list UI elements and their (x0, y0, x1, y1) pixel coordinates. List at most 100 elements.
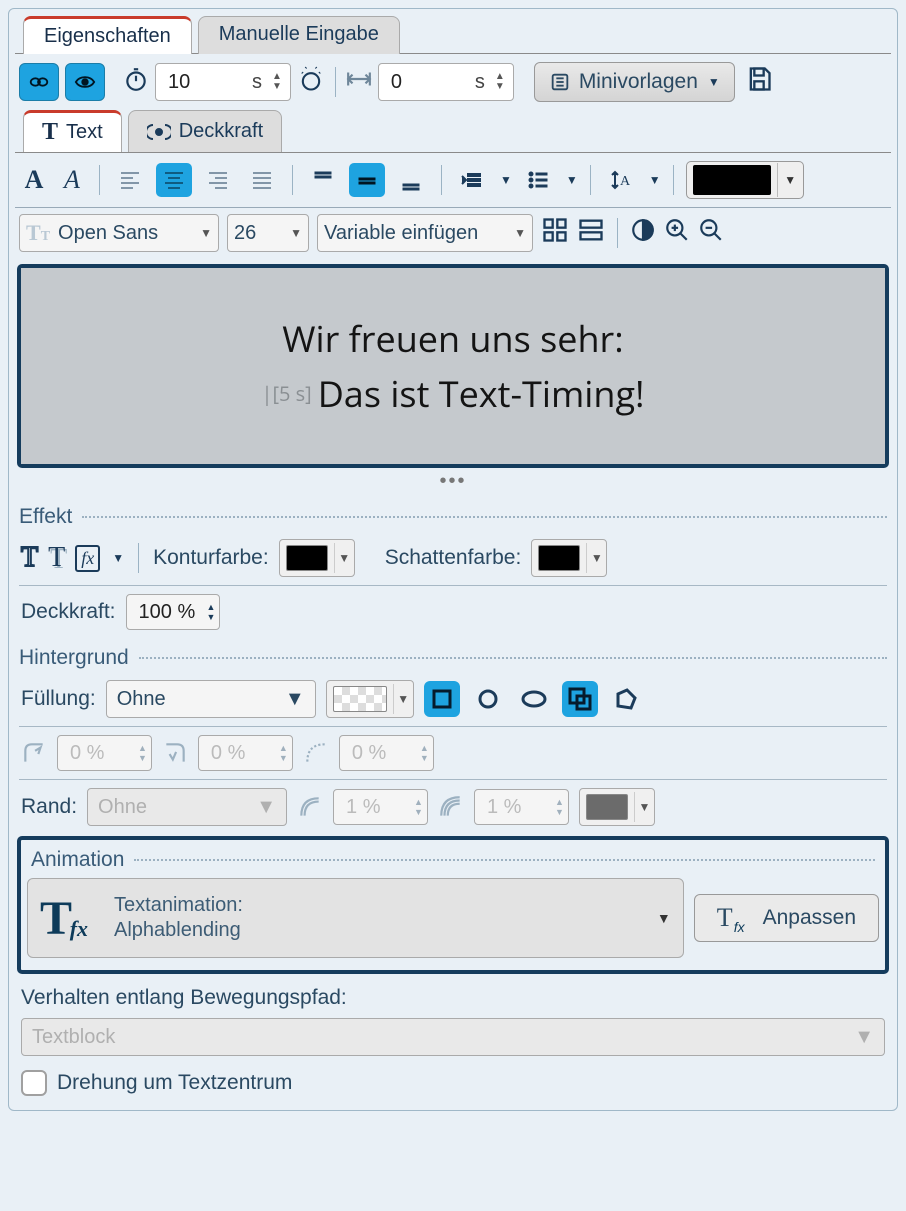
top-toolbar: s ▲▼ s ▲▼ Minivorlagen ▼ (15, 54, 891, 108)
duration-input[interactable] (166, 70, 246, 95)
border1-spinner[interactable]: ▲▼ (333, 789, 428, 825)
subtab-opacity[interactable]: Deckkraft (128, 110, 282, 152)
insert-variable-label: Variable einfügen (324, 222, 478, 245)
link-icon-button[interactable] (19, 63, 59, 101)
format-row-1: A A ▼ ▼ A ▼ ▼ (15, 153, 891, 208)
insert-variable-combo[interactable]: Variable einfügen ▼ (317, 214, 533, 252)
zoom-out-icon-button[interactable] (698, 217, 724, 249)
svg-text:A: A (620, 174, 631, 189)
fill-color-combo[interactable]: ▼ (326, 680, 414, 718)
chevron-down-icon: ▼ (657, 910, 671, 926)
align-right-button[interactable] (200, 163, 236, 197)
font-color-swatch (693, 165, 771, 195)
fx-icon[interactable]: fx (75, 545, 100, 572)
contour-color-combo[interactable]: ▼ (279, 539, 355, 577)
corner-tl-spinner[interactable]: ▲▼ (57, 735, 152, 771)
opacity-spinner[interactable]: ▲▼ (126, 594, 221, 630)
corner-tl-icon (21, 740, 47, 766)
stack-icon-button[interactable] (577, 216, 605, 250)
main-tabs: Eigenschaften Manuelle Eingabe (15, 15, 891, 54)
line-height-dropdown[interactable]: ▼ (647, 173, 661, 187)
font-color-dropdown[interactable]: ▼ (777, 163, 803, 197)
zoom-in-icon-button[interactable] (664, 217, 690, 249)
font-size-combo[interactable]: 26 ▼ (227, 214, 309, 252)
animation-frame: Animation T fx Textanimation: Alphablend… (17, 836, 889, 974)
eye-icon-button[interactable] (65, 63, 105, 101)
corner-all-spinner[interactable]: ▲▼ (339, 735, 434, 771)
properties-panel: Eigenschaften Manuelle Eingabe s ▲▼ s (8, 8, 898, 1111)
behavior-row: Verhalten entlang Bewegungspfad: (15, 980, 891, 1014)
list-button[interactable] (520, 163, 556, 197)
rand-select[interactable]: Ohne▼ (87, 788, 287, 826)
line-height-button[interactable]: A (603, 163, 639, 197)
align-justify-button[interactable] (244, 163, 280, 197)
opacity-label: Deckkraft: (21, 600, 116, 624)
duration2-spinner[interactable]: s ▲▼ (378, 63, 514, 101)
opacity-input[interactable] (137, 600, 207, 625)
tab-manual-input[interactable]: Manuelle Eingabe (198, 16, 400, 54)
shape-square-button[interactable] (424, 681, 460, 717)
duration-down[interactable]: ▼ (268, 82, 286, 92)
fx-dropdown[interactable]: ▼ (110, 551, 124, 565)
valign-bottom-button[interactable] (393, 163, 429, 197)
shadow-text-icon[interactable]: T (48, 542, 65, 574)
border-icon-2 (438, 794, 464, 820)
shape-poly-button[interactable] (608, 681, 644, 717)
tab-properties[interactable]: Eigenschaften (23, 16, 192, 54)
rotate-checkbox[interactable] (21, 1070, 47, 1096)
duration2-input[interactable] (389, 70, 469, 95)
resize-handle[interactable]: ••• (15, 470, 891, 493)
border-color-combo[interactable]: ▼ (579, 788, 655, 826)
loop-duration-icon[interactable] (297, 65, 325, 99)
behavior-select[interactable]: Textblock▼ (21, 1018, 885, 1056)
fill-select[interactable]: Ohne▼ (106, 680, 316, 718)
text-preview-canvas[interactable]: Wir freuen uns sehr: |[5 s] Das ist Text… (21, 268, 885, 464)
chevron-down-icon: ▼ (706, 75, 720, 89)
save-icon-button[interactable] (741, 65, 777, 99)
indent-dropdown[interactable]: ▼ (498, 173, 512, 187)
font-color-combo[interactable]: ▼ (686, 161, 804, 199)
corner-all-icon (303, 740, 329, 766)
shape-overlap-button[interactable] (562, 681, 598, 717)
font-size-label: 26 (234, 222, 256, 245)
shape-circle-button[interactable] (470, 681, 506, 717)
animation-label-2: Alphablending (114, 919, 243, 942)
preview-timing-marker: |[5 s] (261, 380, 311, 407)
preview-line-1: Wir freuen uns sehr: (282, 314, 623, 363)
outline-text-icon[interactable]: T (21, 542, 38, 574)
subtab-text[interactable]: T Text (23, 110, 122, 152)
align-left-button[interactable] (112, 163, 148, 197)
separator (335, 67, 336, 97)
valign-middle-button[interactable] (349, 163, 385, 197)
font-family-combo[interactable]: TT Open Sans ▼ (19, 214, 219, 252)
duration2-down[interactable]: ▼ (491, 82, 509, 92)
list-dropdown[interactable]: ▼ (564, 173, 578, 187)
contrast-icon-button[interactable] (630, 217, 656, 249)
bg-row-fill: Füllung: Ohne▼ ▼ (15, 676, 891, 722)
corner-tr-spinner[interactable]: ▲▼ (198, 735, 293, 771)
italic-button[interactable]: A (57, 165, 87, 195)
font-family-label: Open Sans (58, 222, 158, 245)
width-icon (346, 68, 372, 96)
adjust-tfx-icon: T fx (717, 903, 733, 933)
mini-templates-button[interactable]: Minivorlagen ▼ (534, 62, 735, 102)
border2-spinner[interactable]: ▲▼ (474, 789, 569, 825)
duration-spinner[interactable]: s ▲▼ (155, 63, 291, 101)
animation-select[interactable]: T fx Textanimation: Alphablending ▼ (27, 878, 684, 958)
text-preview-frame: Wir freuen uns sehr: |[5 s] Das ist Text… (17, 264, 889, 468)
animation-tfx-icon: T fx (40, 891, 72, 946)
grid-icon-button[interactable] (541, 216, 569, 250)
valign-top-button[interactable] (305, 163, 341, 197)
mini-templates-label: Minivorlagen (579, 70, 698, 94)
contour-label: Konturfarbe: (153, 546, 269, 570)
preview-line-2-text: Das ist Text-Timing! (318, 369, 645, 418)
bold-button[interactable]: A (19, 165, 49, 195)
align-center-button[interactable] (156, 163, 192, 197)
section-hintergrund: Hintergrund (19, 646, 887, 670)
indent-button[interactable] (454, 163, 490, 197)
shadow-color-combo[interactable]: ▼ (531, 539, 607, 577)
shape-ellipse-button[interactable] (516, 681, 552, 717)
section-animation: Animation (31, 848, 875, 872)
adjust-button[interactable]: T fx Anpassen (694, 894, 879, 942)
subtab-text-label: Text (66, 121, 103, 144)
